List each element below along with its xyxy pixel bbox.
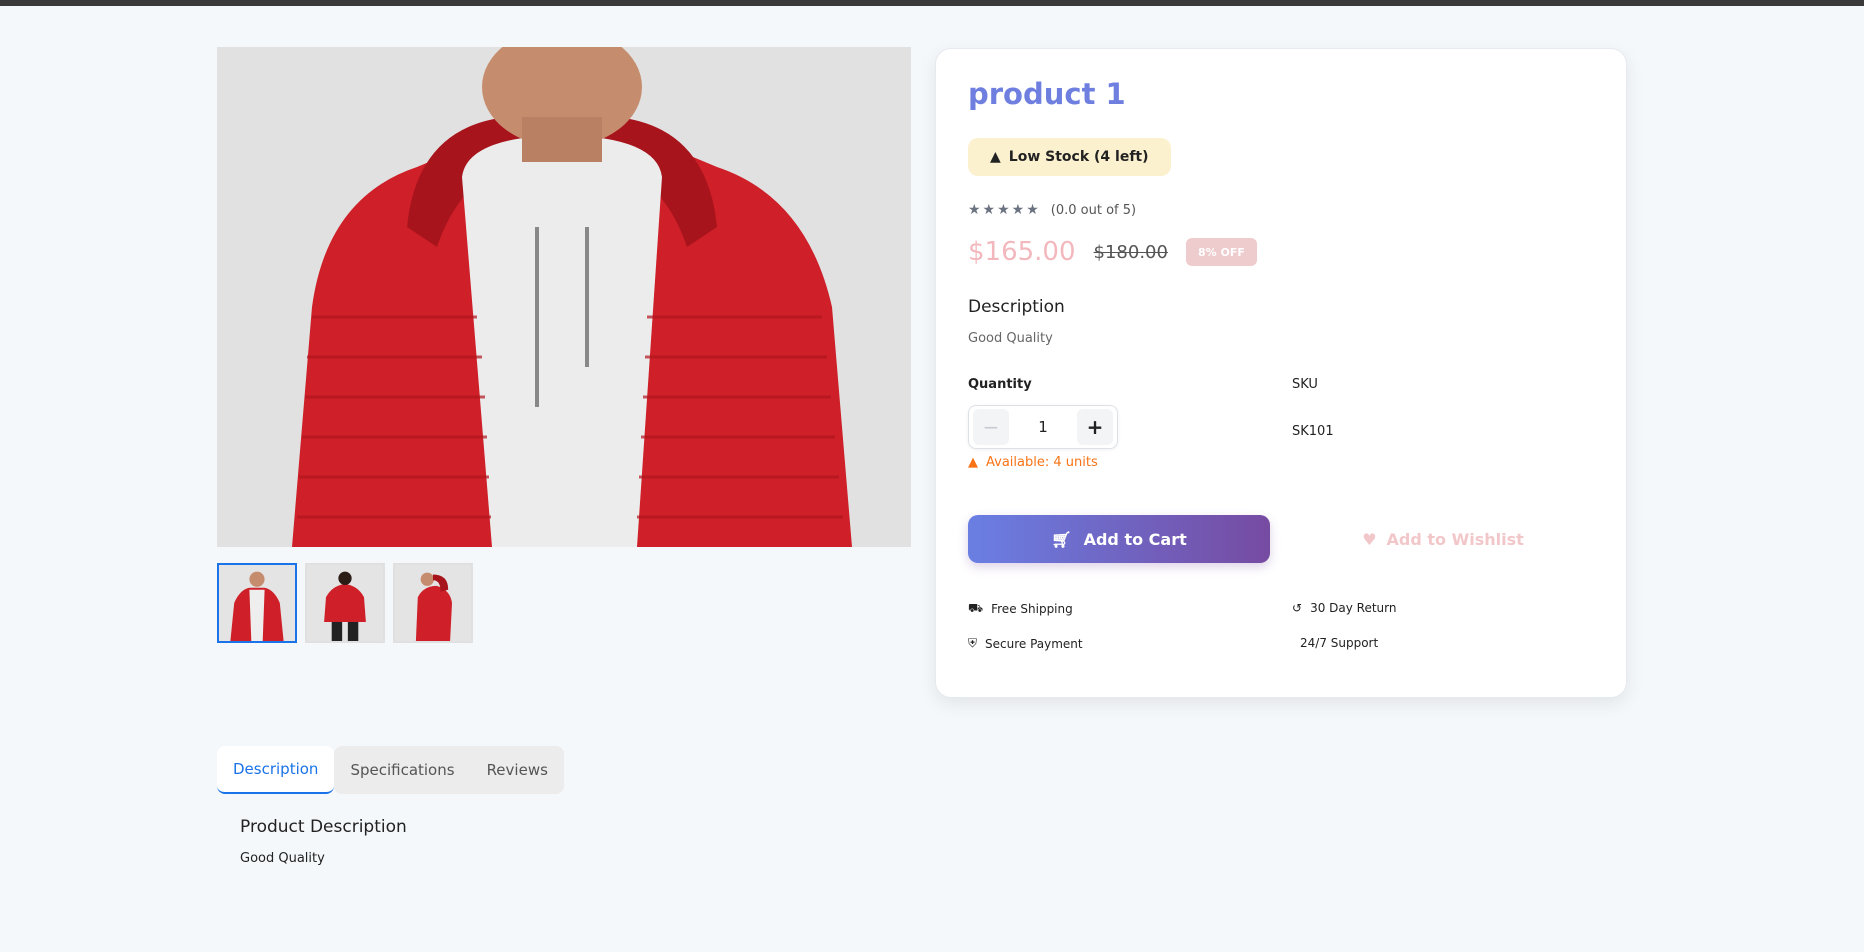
quantity-stepper: − 1 + [968,405,1118,449]
tab-reviews[interactable]: Reviews [470,746,564,794]
feature-label: 24/7 Support [1300,636,1379,650]
feature-free-shipping: ⛟ Free Shipping [968,601,1073,617]
price-row: $165.00 $180.00 8% OFF [968,237,1257,267]
thumbnail-back[interactable] [305,563,385,643]
increase-quantity-button[interactable]: + [1076,409,1113,445]
add-to-wishlist-button[interactable]: ♥ Add to Wishlist [1292,515,1594,563]
thumbnail-front[interactable] [217,563,297,643]
top-bar [0,0,1864,6]
sku-label: SKU [1292,377,1318,392]
current-price: $165.00 [968,237,1076,267]
thumbnail-strip [217,563,473,643]
discount-badge: 8% OFF [1185,238,1257,266]
warning-icon: ▲ [990,149,1001,165]
thumbnail-side[interactable] [393,563,473,643]
add-to-cart-label: Add to Cart [1083,529,1187,549]
tab-content-text: Good Quality [240,851,325,866]
truck-icon: ⛟ [968,601,984,615]
rating-text: (0.0 out of 5) [1050,202,1137,218]
availability-notice: ▲ Available: 4 units [968,455,1098,470]
stock-badge-label: Low Stock (4 left) [1008,149,1149,165]
undo-icon: ↺ [1292,601,1303,615]
quantity-label: Quantity [968,377,1032,392]
warning-icon: ▲ [968,455,978,470]
quantity-value[interactable]: 1 [1038,418,1048,436]
availability-text: Available: 4 units [986,455,1098,470]
feature-support: 24/7 Support [1292,636,1378,650]
add-to-wishlist-label: Add to Wishlist [1386,529,1524,549]
description-text: Good Quality [968,331,1053,346]
feature-label: 30 Day Return [1310,601,1397,615]
feature-return: ↺ 30 Day Return [1292,601,1396,615]
stock-badge: ▲ Low Stock (4 left) [968,138,1171,176]
rating: ★★★★★ (0.0 out of 5) [968,202,1136,218]
feature-secure-payment: ⛨ Secure Payment [968,636,1083,651]
product-info-card: product 1 ▲ Low Stock (4 left) ★★★★★ (0.… [935,48,1627,698]
tab-content-heading: Product Description [240,817,407,837]
heart-icon: ♥ [1362,529,1377,549]
feature-label: Free Shipping [991,602,1073,616]
tab-description[interactable]: Description [217,746,335,794]
feature-label: Secure Payment [985,636,1083,651]
description-heading: Description [968,297,1065,317]
star-rating-icon: ★★★★★ [968,202,1041,218]
shield-icon: ⛨ [968,636,978,650]
product-tabs: Description Specifications Reviews [217,746,564,794]
cart-icon: 🛒︎ [1051,529,1072,549]
product-main-image [217,47,911,547]
tab-specifications[interactable]: Specifications [334,746,471,794]
add-to-cart-button[interactable]: 🛒︎ Add to Cart [968,515,1270,563]
original-price: $180.00 [1093,241,1168,263]
decrease-quantity-button[interactable]: − [973,409,1009,445]
product-title: product 1 [968,77,1126,111]
sku-value: SK101 [1292,424,1334,439]
